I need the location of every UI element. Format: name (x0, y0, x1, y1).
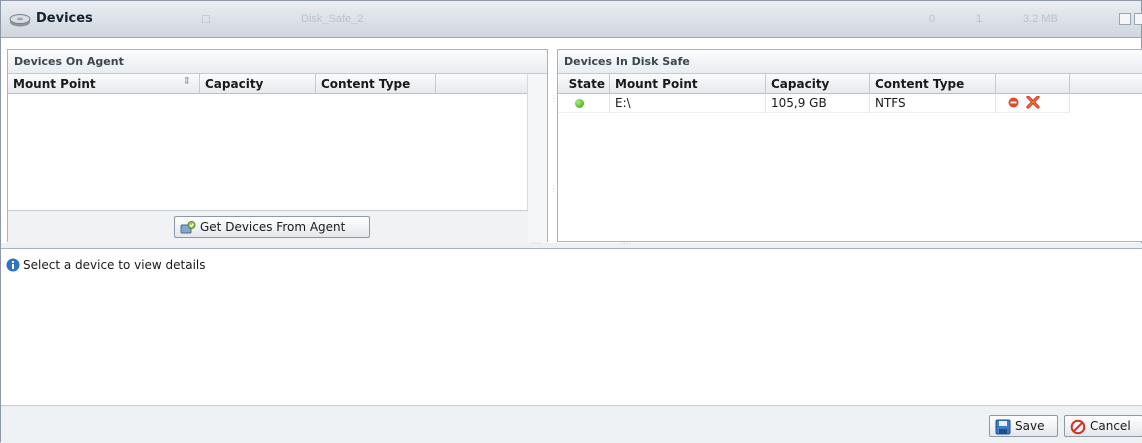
content-type-cell: NTFS (870, 94, 996, 113)
sort-icon[interactable]: ⇕ (183, 76, 191, 87)
scrollbar[interactable] (527, 74, 547, 243)
save-button[interactable]: Save (989, 415, 1058, 437)
state-cell (558, 94, 610, 113)
devices-dialog: Devices ☐ Disk_Safe_2 0 1 3.2 MB Devices… (0, 0, 1142, 443)
devices-in-disk-safe-panel: Devices In Disk Safe State Mount Point C… (557, 49, 1142, 242)
devices-on-agent-panel: Devices On Agent Mount Point ⇕ Capacity … (7, 49, 548, 243)
cancel-icon (1070, 419, 1086, 435)
agent-devices-icon (180, 221, 196, 234)
column-header-content-type[interactable]: Content Type (316, 74, 436, 94)
background-disk-safe-ghost: Disk_Safe_2 (301, 13, 364, 25)
disk-icon (9, 14, 31, 27)
device-list-empty (8, 94, 528, 210)
minimize-button[interactable] (1119, 13, 1131, 25)
dialog-footer: Save Cancel (1, 405, 1142, 443)
column-header-state[interactable]: State (558, 74, 610, 94)
column-header-actions (996, 74, 1070, 94)
save-icon (995, 419, 1011, 435)
left-toolbar: Get Devices From Agent (8, 210, 528, 243)
info-icon (6, 258, 20, 272)
title-bar[interactable]: Devices ☐ Disk_Safe_2 0 1 3.2 MB (1, 1, 1142, 38)
remove-icon[interactable] (1026, 95, 1040, 109)
panel-splitter[interactable]: ⋮ (550, 185, 558, 197)
mount-point-cell: E:\ (610, 94, 766, 113)
cancel-label: Cancel (1090, 419, 1131, 433)
background-checkbox-ghost: ☐ (201, 14, 211, 26)
details-placeholder: Select a device to view details (23, 258, 206, 272)
column-header-mount-point[interactable]: Mount Point (610, 74, 766, 94)
grid-header: State Mount Point Capacity Content Type (558, 74, 1142, 94)
get-devices-button[interactable]: Get Devices From Agent (174, 216, 370, 238)
status-online-icon (575, 99, 584, 108)
panel-splitter[interactable]: ⋮ (550, 95, 558, 107)
background-count-ghost: 1 (976, 13, 983, 25)
column-header-spacer (436, 74, 528, 94)
column-header-content-type[interactable]: Content Type (870, 74, 996, 94)
table-row[interactable]: E:\ 105,9 GB NTFS (558, 94, 1070, 113)
disable-icon[interactable] (1008, 97, 1019, 108)
column-header-capacity[interactable]: Capacity (766, 74, 870, 94)
background-size-ghost: 3.2 MB (1023, 13, 1058, 25)
background-count-ghost: 0 (929, 13, 936, 25)
capacity-cell: 105,9 GB (766, 94, 870, 113)
maximize-button[interactable] (1134, 13, 1142, 25)
save-label: Save (1015, 419, 1045, 433)
get-devices-label: Get Devices From Agent (200, 220, 346, 234)
grid-header: Mount Point ⇕ Capacity Content Type (8, 74, 528, 94)
column-header-mount-point[interactable]: Mount Point ⇕ (8, 74, 200, 94)
actions-cell (996, 94, 1070, 113)
column-header-capacity[interactable]: Capacity (200, 74, 316, 94)
panel-title: Devices In Disk Safe (558, 50, 1142, 74)
cancel-button[interactable]: Cancel (1064, 415, 1142, 437)
dialog-title: Devices (36, 11, 93, 26)
panel-title: Devices On Agent (8, 50, 547, 74)
